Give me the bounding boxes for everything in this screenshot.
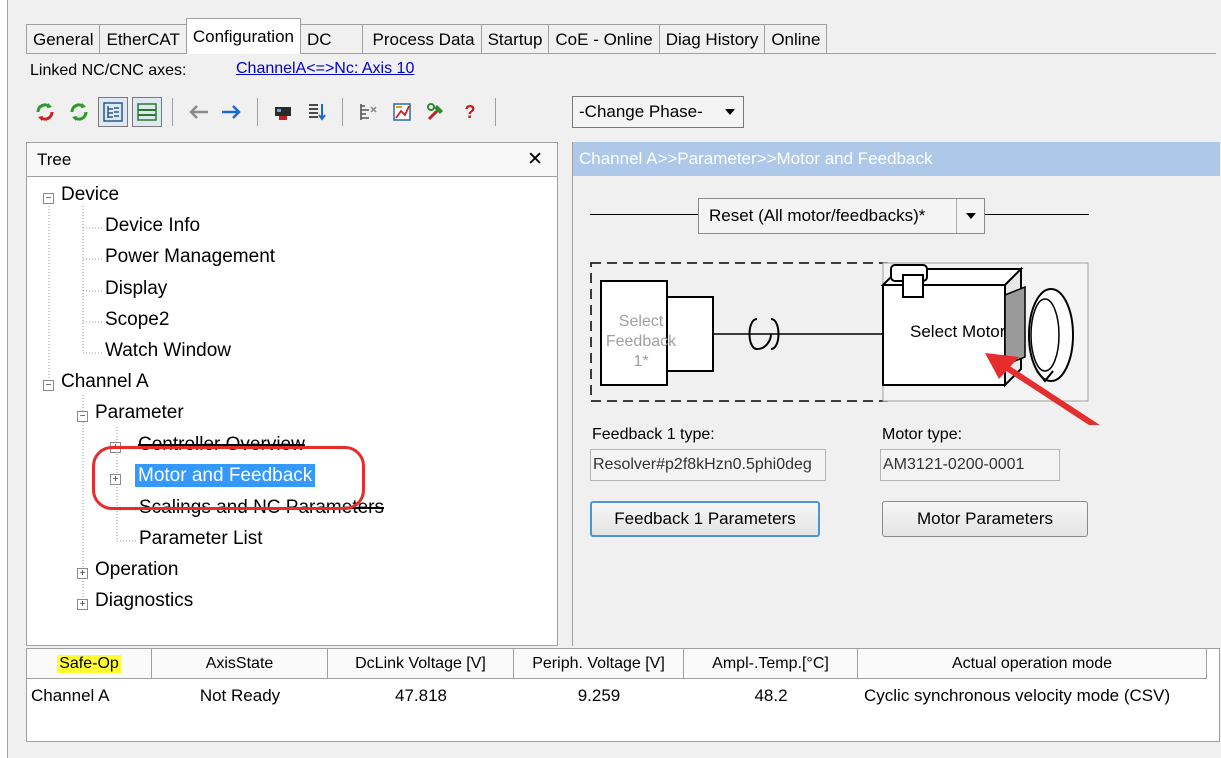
divider-line [590, 214, 698, 215]
tree-node-label: Channel A [61, 371, 149, 392]
tree-node-power-management[interactable]: Power Management [102, 246, 278, 268]
select-feedback-line2: Feedback 1* [605, 333, 677, 370]
tab-process-data[interactable]: Process Data [361, 24, 482, 54]
tree-node-channel-a[interactable]: Channel A [58, 371, 152, 393]
tree-node-label: Display [105, 278, 168, 299]
change-phase-value: -Change Phase- [579, 102, 703, 121]
tree-node-parameter-list[interactable]: Parameter List [136, 528, 266, 550]
tab-general[interactable]: General [26, 24, 101, 54]
table-cell: Cyclic synchronous velocity mode (CSV) [864, 686, 1171, 705]
toolbar: ? [30, 95, 502, 129]
column-header-periph-voltage[interactable]: Periph. Voltage [V] [514, 649, 684, 679]
tree-node-watch-window[interactable]: Watch Window [102, 340, 234, 362]
table-cell: 48.2 [754, 686, 788, 705]
divider-line [985, 214, 1089, 215]
change-phase-select[interactable]: -Change Phase- [572, 96, 744, 128]
breadcrumb: Channel A>>Parameter>>Motor and Feedback [573, 142, 1220, 176]
tree-node-device-info[interactable]: Device Info [102, 215, 203, 237]
toolbar-separator [172, 98, 173, 126]
toolbar-separator [257, 98, 258, 126]
table-header: Safe-Op AxisState DcLink Voltage [V] Per… [27, 649, 1207, 679]
forward-arrow-icon[interactable] [217, 97, 247, 127]
motor-type-label: Motor type: [882, 426, 963, 443]
tab-dc[interactable]: DC [299, 24, 363, 54]
tab-diag-history[interactable]: Diag History [658, 24, 766, 54]
column-header-operation-mode[interactable]: Actual operation mode [858, 649, 1207, 679]
reset-select[interactable]: Reset (All motor/feedbacks)* [698, 198, 985, 234]
tab-online[interactable]: Online [764, 24, 828, 54]
expand-icon[interactable]: + [77, 568, 88, 579]
select-feedback-line1: Select [618, 313, 664, 330]
table-cell: 9.259 [577, 686, 621, 705]
expand-icon[interactable]: + [77, 599, 88, 610]
breadcrumb-text: Channel A>>Parameter>>Motor and Feedback [579, 149, 933, 168]
chevron-down-icon [717, 108, 743, 116]
tree-node-label: Watch Window [105, 340, 231, 361]
motor-type-field: AM3121-0200-0001 [880, 449, 1060, 481]
help-glyph: ? [464, 101, 476, 122]
feedback-parameters-button[interactable]: Feedback 1 Parameters [590, 501, 820, 537]
upload-device-icon[interactable] [268, 97, 298, 127]
feedback-type-label: Feedback 1 type: [592, 426, 715, 443]
tab-bar: General EtherCAT Configuration DC Proces… [26, 18, 828, 54]
tree-node-label: Operation [95, 559, 179, 580]
tree-view-icon[interactable] [98, 97, 128, 127]
reset-select-value: Reset (All motor/feedbacks)* [709, 206, 926, 225]
select-feedback-label[interactable]: Select Feedback 1* [603, 312, 679, 372]
compare-icon[interactable] [353, 97, 383, 127]
tree-node-scope2[interactable]: Scope2 [102, 309, 172, 331]
status-table: Safe-Op AxisState DcLink Voltage [V] Per… [26, 648, 1220, 742]
tab-ethercat[interactable]: EtherCAT [99, 24, 187, 54]
chart-icon[interactable] [387, 97, 417, 127]
tree-node-label: Scope2 [105, 309, 170, 330]
table-cell: 47.818 [395, 686, 447, 705]
tab-startup[interactable]: Startup [480, 24, 550, 54]
tree-node-label: Parameter List [139, 528, 263, 549]
help-icon[interactable]: ? [455, 97, 485, 127]
column-header-ampl-temp[interactable]: Ampl-.Temp.[°C] [684, 649, 858, 679]
toolbar-separator [495, 98, 496, 126]
refresh-green-icon[interactable] [64, 97, 94, 127]
table-cell: Channel A [31, 686, 110, 705]
collapse-icon[interactable]: − [43, 193, 54, 204]
tree-node-label: Parameter [95, 402, 184, 423]
back-arrow-icon[interactable] [183, 97, 213, 127]
tree-node-label: Device [61, 184, 120, 205]
chevron-down-icon [956, 199, 984, 233]
panel-view-icon[interactable] [132, 97, 162, 127]
window-edge [0, 0, 8, 758]
annotation-highlight-ring [92, 446, 365, 510]
tab-coe-online[interactable]: CoE - Online [548, 24, 660, 54]
tree-node-device[interactable]: Device [58, 184, 122, 206]
tab-configuration[interactable]: Configuration [185, 18, 301, 54]
column-header-dclink-voltage[interactable]: DcLink Voltage [V] [328, 649, 514, 679]
collapse-icon[interactable]: − [43, 380, 54, 391]
table-row[interactable]: Channel A Not Ready 47.818 9.259 48.2 Cy… [27, 681, 1207, 711]
table-cell: Not Ready [199, 686, 281, 705]
tools-icon[interactable] [421, 97, 451, 127]
toolbar-separator [342, 98, 343, 126]
tree-node-display[interactable]: Display [102, 278, 170, 300]
tree-node-label: Power Management [105, 246, 276, 267]
tree-node-operation[interactable]: Operation [92, 559, 181, 581]
column-header-label: Safe-Op [57, 654, 121, 673]
column-header-axis-state[interactable]: AxisState [152, 649, 328, 679]
tree-node-diagnostics[interactable]: Diagnostics [92, 590, 196, 612]
tree-node-label: Diagnostics [95, 590, 194, 611]
motor-parameters-button[interactable]: Motor Parameters [882, 501, 1088, 537]
column-header-safe-op[interactable]: Safe-Op [27, 649, 152, 679]
refresh-red-icon[interactable] [30, 97, 60, 127]
tree-node-label: Device Info [105, 215, 201, 236]
select-motor-label[interactable]: Select Motor [910, 322, 1008, 342]
linked-axes-link[interactable]: ChannelA<=>Nc: Axis 10 [236, 60, 414, 78]
linked-axes-label: Linked NC/CNC axes: [30, 62, 187, 79]
collapse-icon[interactable]: − [77, 411, 88, 422]
download-list-icon[interactable] [302, 97, 332, 127]
tree-node-parameter[interactable]: Parameter [92, 402, 187, 424]
feedback-type-field: Resolver#p2f8kHzn0.5phi0deg [590, 449, 826, 481]
